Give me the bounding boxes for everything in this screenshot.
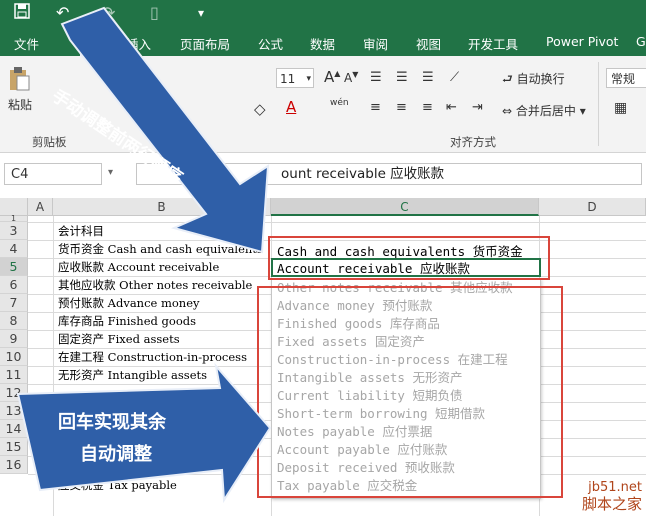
- watermark-site-name: 脚本之家: [581, 495, 642, 513]
- annotation-bottom-line1: 回车实现其余: [58, 412, 166, 433]
- annotation-bottom-line2: 自动调整: [80, 444, 152, 465]
- watermark-url: jb51.net: [588, 480, 642, 495]
- annotation-arrows: [16, 6, 272, 504]
- watermark: jb51.net 脚本之家: [582, 480, 642, 512]
